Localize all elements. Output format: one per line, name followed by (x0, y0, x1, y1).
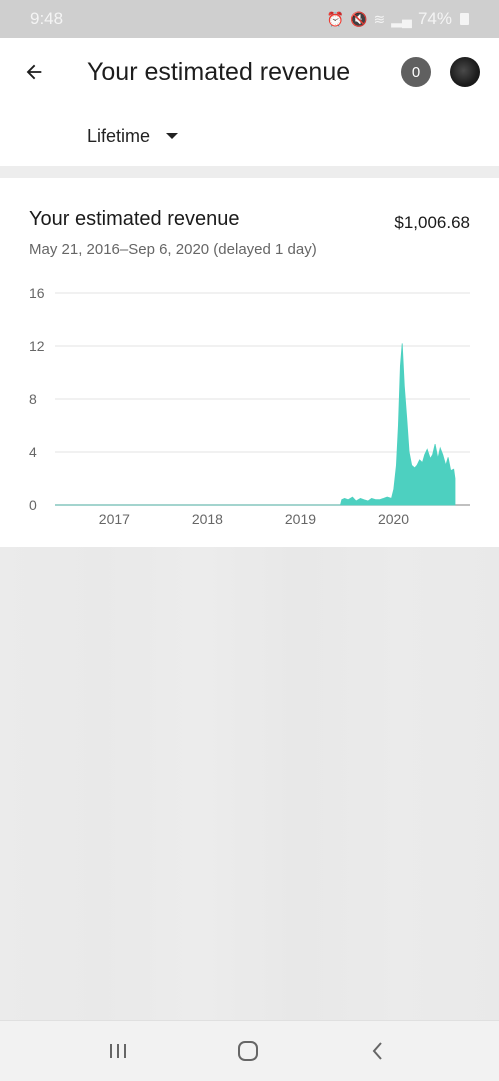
status-icons: ⏰ 🔇 ≋ ▂▄ 74% (327, 9, 469, 29)
date-range: May 21, 2016–Sep 6, 2020 (delayed 1 day) (29, 241, 317, 258)
back-icon (372, 1042, 382, 1060)
back-button[interactable] (18, 56, 50, 88)
app-bar: Your estimated revenue 0 Lifetime (0, 38, 499, 167)
period-label: Lifetime (87, 125, 151, 146)
status-time: 9:48 (30, 9, 64, 28)
revenue-area-series (55, 343, 456, 506)
notification-badge[interactable]: 0 (401, 57, 431, 87)
caret-down-icon (166, 133, 179, 139)
avatar[interactable] (450, 57, 480, 87)
y-tick-label: 8 (29, 391, 37, 407)
y-tick-label: 4 (29, 444, 37, 460)
recents-button[interactable] (100, 1036, 136, 1066)
mute-icon: 🔇 (350, 10, 368, 27)
home-icon (238, 1041, 258, 1061)
x-tick-label: 2020 (378, 511, 409, 527)
arrow-left-icon (26, 64, 42, 80)
battery-percent: 74% (417, 9, 452, 28)
system-back-button[interactable] (360, 1036, 396, 1066)
alarm-icon: ⏰ (326, 10, 345, 27)
page-title: Your estimated revenue (87, 58, 351, 86)
revenue-chart[interactable]: 16 12 8 4 0 2017 2018 2019 2020 (0, 278, 499, 538)
card-title: Your estimated revenue (29, 208, 240, 230)
y-tick-label: 16 (29, 285, 45, 301)
revenue-total: $1,006.68 (394, 213, 470, 232)
revenue-card: Your estimated revenue $1,006.68 May 21,… (0, 178, 499, 547)
y-tick-label: 0 (29, 497, 37, 513)
home-button[interactable] (230, 1036, 266, 1066)
status-bar: 9:48 ⏰ 🔇 ≋ ▂▄ 74% (0, 0, 499, 38)
x-tick-label: 2017 (99, 511, 130, 527)
y-tick-label: 12 (29, 338, 45, 354)
section-divider (0, 166, 499, 178)
x-tick-label: 2018 (192, 511, 223, 527)
system-nav-bar (0, 1020, 499, 1081)
signal-icon: ▂▄ (391, 10, 412, 27)
recents-icon (110, 1044, 126, 1058)
wifi-icon: ≋ (373, 10, 386, 27)
x-tick-label: 2019 (285, 511, 316, 527)
battery-icon (460, 13, 469, 25)
empty-content-area (0, 547, 499, 1020)
period-dropdown[interactable]: Lifetime (87, 124, 179, 148)
